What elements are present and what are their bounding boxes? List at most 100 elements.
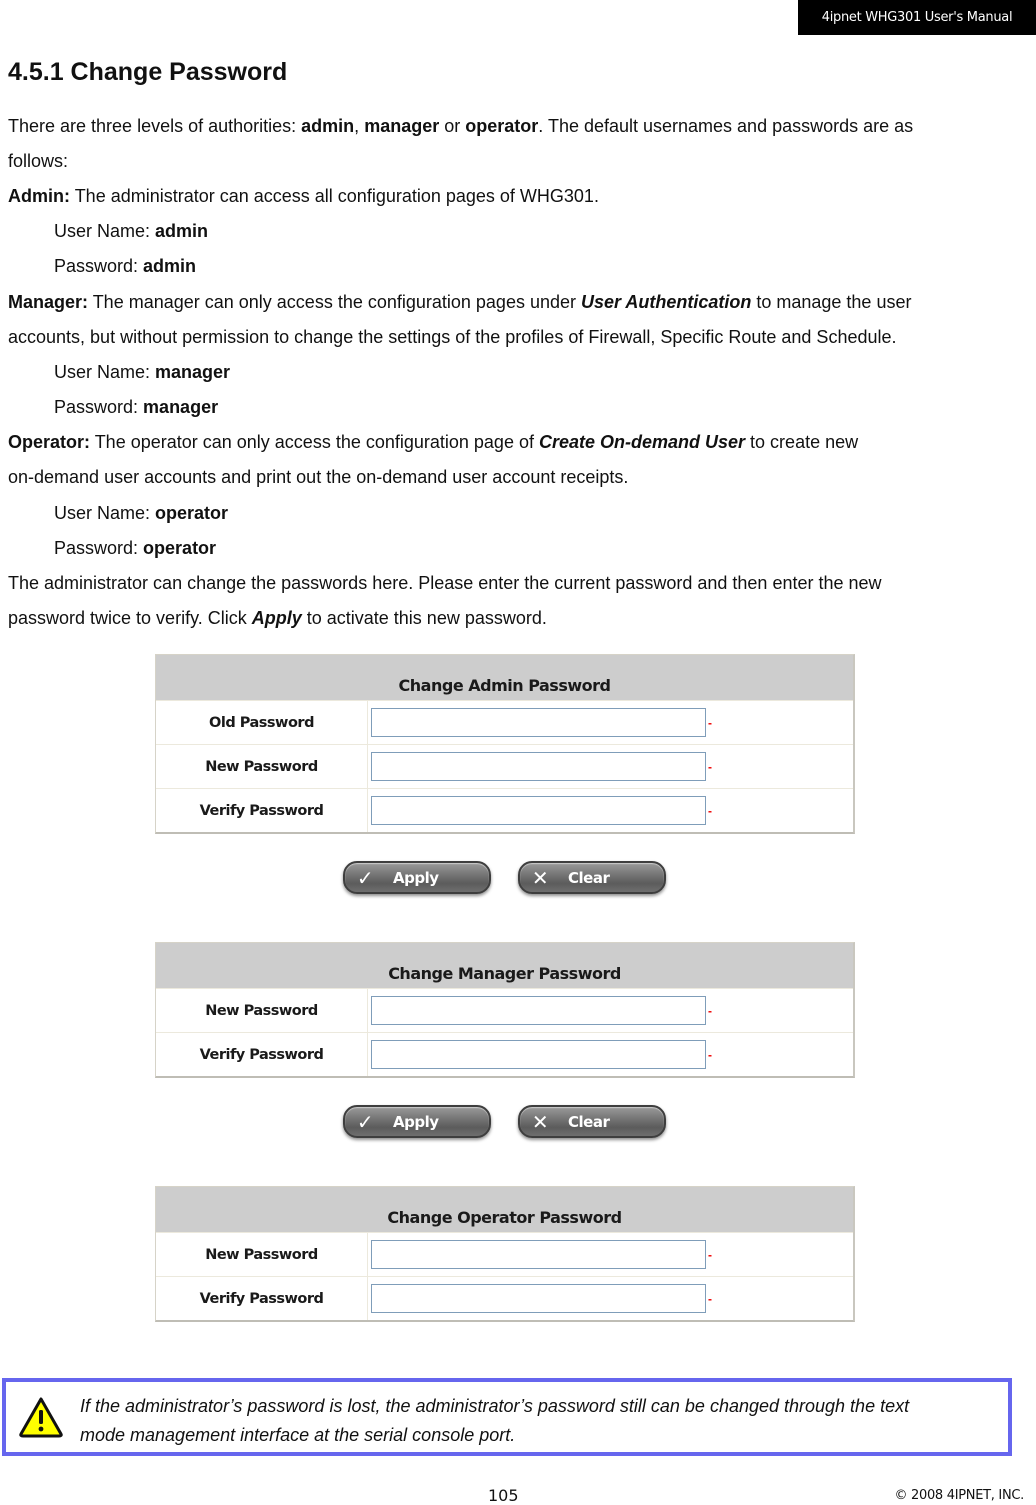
warning-icon [19,1397,63,1438]
close-icon: ✕ [531,865,549,890]
checkmark-icon: ✓ [356,865,374,890]
role-admin: admin [301,116,355,136]
field-cell: - [368,789,853,832]
intro-text: . The default usernames and passwords ar… [538,116,914,136]
change-operator-password-form: Change Operator Password New Password - … [155,1186,855,1322]
separator: or [439,116,466,136]
manager-username: User Name: manager [54,355,230,390]
form-row-verify-password: Verify Password - [156,1032,853,1076]
note-text: If the administrator’s password is lost,… [80,1392,909,1450]
manager-password: Password: manager [54,390,218,425]
checkmark-icon: ✓ [356,1109,374,1134]
operator-desc-text: to create new [745,432,859,452]
field-cell: - [368,1033,853,1076]
password-label: Password: [54,397,144,417]
admin-apply-button[interactable]: ✓ Apply [343,861,491,894]
manager-apply-button[interactable]: ✓ Apply [343,1105,491,1138]
manager-desc-text: The manager can only access the configur… [88,292,581,312]
field-label: New Password [156,745,368,788]
required-mark: - [708,1003,712,1018]
operator-description-line2: on-demand user accounts and print out th… [8,467,629,487]
instructions-text: password twice to verify. Click [8,608,252,628]
admin-username: User Name: admin [54,214,208,249]
button-label: Apply [393,868,439,887]
field-cell: - [368,1233,853,1276]
manager-new-password-input[interactable] [371,996,706,1025]
instructions-text: to activate this new password. [301,608,547,628]
manager-clear-button[interactable]: ✕ Clear [518,1105,666,1138]
admin-password: Password: admin [54,249,196,284]
form-row-new-password: New Password - [156,744,853,788]
username-label: User Name: [54,362,156,382]
operator-desc-emphasis: Create On-demand User [538,432,746,452]
manager-label: Manager: [8,292,89,312]
form-title: Change Admin Password [156,655,853,700]
role-operator: operator [465,116,539,136]
change-admin-password-form: Change Admin Password Old Password - New… [155,654,855,834]
username-value: operator [155,503,229,523]
role-manager: manager [364,116,440,136]
form-title: Change Operator Password [156,1187,853,1232]
password-value: operator [143,538,217,558]
button-label: Apply [393,1112,439,1131]
field-label: New Password [156,1233,368,1276]
required-mark: - [708,803,712,818]
admin-label: Admin: [8,186,70,206]
username-label: User Name: [54,503,156,523]
form-row-new-password: New Password - [156,1232,853,1276]
manager-description-line1: Manager: The manager can only access the… [8,285,911,320]
password-value: manager [143,397,219,417]
button-label: Clear [568,868,610,887]
close-icon: ✕ [531,1109,549,1134]
admin-desc-text: The administrator can access all configu… [74,186,599,206]
manual-header-tag: 4ipnet WHG301 User's Manual [798,0,1036,35]
instructions-emphasis: Apply [251,608,302,628]
required-mark: - [708,715,712,730]
copyright: © 2008 4IPNET, INC. [894,1488,1024,1503]
instructions-line2: password twice to verify. Click Apply to… [8,601,547,636]
field-label: Old Password [156,701,368,744]
required-mark: - [708,1247,712,1262]
required-mark: - [708,1291,712,1306]
password-label: Password: [54,538,144,558]
manager-desc-text: to manage the user [751,292,912,312]
operator-password: Password: operator [54,531,216,566]
manager-description-line2: accounts, but without permission to chan… [8,327,897,347]
form-row-old-password: Old Password - [156,700,853,744]
manager-verify-password-input[interactable] [371,1040,706,1069]
field-cell: - [368,989,853,1032]
operator-description-line1: Operator: The operator can only access t… [8,425,858,460]
change-manager-password-form: Change Manager Password New Password - V… [155,942,855,1078]
form-row-verify-password: Verify Password - [156,1276,853,1320]
operator-new-password-input[interactable] [371,1240,706,1269]
new-password-input[interactable] [371,752,706,781]
old-password-input[interactable] [371,708,706,737]
username-value: admin [155,221,209,241]
intro-paragraph-line2: follows: [8,151,69,171]
manager-desc-emphasis: User Authentication [581,292,752,312]
field-label: Verify Password [156,1277,368,1320]
note-line: If the administrator’s password is lost,… [80,1396,910,1416]
admin-description: Admin: The administrator can access all … [8,179,599,214]
operator-verify-password-input[interactable] [371,1284,706,1313]
field-cell: - [368,701,853,744]
operator-desc-text: The operator can only access the configu… [90,432,539,452]
field-label: Verify Password [156,1033,368,1076]
password-label: Password: [54,256,144,276]
operator-label: Operator: [8,432,91,452]
intro-text: There are three levels of authorities: [8,116,302,136]
section-title: 4.5.1 Change Password [8,58,288,86]
manager-form-buttons: ✓ Apply ✕ Clear [343,1105,666,1138]
intro-paragraph-line1: There are three levels of authorities: a… [8,109,913,144]
separator: , [354,116,365,136]
form-title: Change Manager Password [156,943,853,988]
required-mark: - [708,1047,712,1062]
username-label: User Name: [54,221,156,241]
password-value: admin [143,256,197,276]
instructions-line1: The administrator can change the passwor… [8,573,882,593]
verify-password-input[interactable] [371,796,706,825]
admin-clear-button[interactable]: ✕ Clear [518,861,666,894]
field-cell: - [368,745,853,788]
page-number: 105 [488,1486,519,1505]
note-line: mode management interface at the serial … [80,1425,516,1445]
